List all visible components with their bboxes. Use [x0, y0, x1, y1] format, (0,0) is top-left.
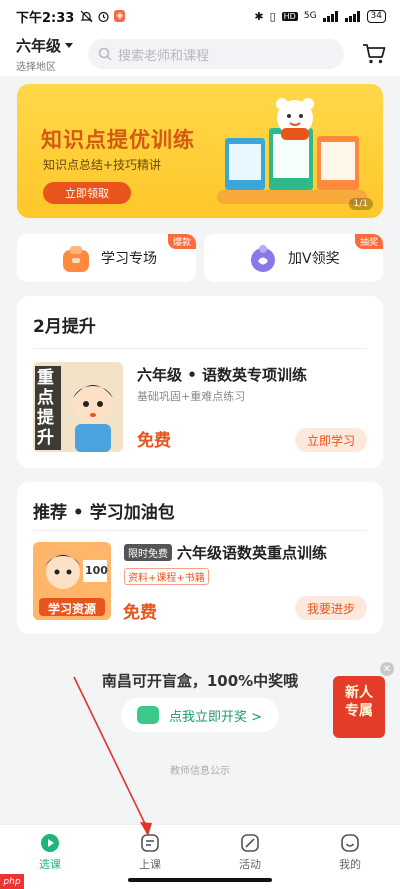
close-icon[interactable]: ✕ — [380, 662, 394, 676]
video-play-icon — [137, 706, 159, 724]
status-right-icons: ✱ ▯ HD 5G 34 — [254, 9, 386, 23]
learn-now-button[interactable]: 立即学习 — [294, 428, 367, 452]
mute-bell-icon — [80, 10, 93, 22]
study-bag-icon — [63, 246, 89, 272]
network-label: 5G — [303, 11, 317, 21]
quick-link-tag: 抽奖 — [354, 234, 383, 249]
course-thumbnail-text: 重点提升 — [37, 368, 54, 448]
profile-icon — [341, 834, 359, 852]
new-user-line2: 专属 — [345, 703, 373, 719]
site-watermark: php — [0, 874, 24, 889]
promo-banner[interactable]: 知识点提优训练 知识点总结+技巧精讲 立即领取 1/1 — [17, 84, 383, 218]
open-prize-label: 点我立即开奖 > — [169, 709, 263, 725]
course-tag: 资料+课程+书籍 — [124, 568, 209, 585]
status-left-icons: ◈ — [80, 10, 126, 23]
grade-selector[interactable]: 六年级 选择地区 — [16, 35, 80, 73]
banner-subtitle: 知识点总结+技巧精讲 — [43, 158, 162, 172]
course-price: 免费 — [123, 603, 157, 623]
signal-icon-2 — [344, 10, 360, 22]
cart-icon[interactable] — [362, 43, 386, 65]
quick-links: 学习专场 爆款 加V领奖 抽奖 — [17, 234, 383, 282]
app-notification-icon: ◈ — [114, 10, 126, 22]
section-title: 2月提升 — [33, 317, 96, 337]
quick-link-add-v[interactable]: 加V领奖 抽奖 — [204, 234, 383, 282]
quick-link-label: 加V领奖 — [288, 251, 340, 267]
bluetooth-icon: ✱ — [254, 9, 264, 23]
course-subtitle: 基础巩固+重难点练习 — [137, 390, 246, 403]
divider — [33, 530, 367, 531]
lesson-icon — [141, 834, 159, 852]
course-thumbnail[interactable]: 重点提升 — [33, 362, 123, 452]
tab-profile[interactable]: 我的 — [300, 825, 400, 889]
status-bar: 下午2:33 ◈ ✱ ▯ HD 5G 34 — [0, 0, 400, 32]
limited-free-badge: 限时免费 — [124, 544, 172, 561]
teacher-info-link[interactable]: 教师信息公示 — [0, 762, 400, 777]
new-user-line1: 新人 — [345, 685, 373, 701]
course-price: 免费 — [137, 431, 171, 451]
progress-button[interactable]: 我要进步 — [294, 596, 367, 620]
alarm-icon — [98, 11, 109, 22]
quick-link-label: 学习专场 — [101, 251, 157, 267]
section-title: 推荐 • 学习加油包 — [33, 503, 175, 523]
new-user-float[interactable]: 新人 专属 ✕ — [331, 662, 394, 740]
hd-icon: HD — [281, 11, 298, 21]
course-title[interactable]: 六年级 • 语数英专项训练 — [137, 364, 307, 385]
tab-label: 活动 — [239, 858, 261, 871]
tab-label: 选课 — [39, 858, 61, 871]
grade-label: 六年级 — [16, 37, 62, 55]
search-input[interactable]: 搜索老师和课程 — [88, 39, 344, 69]
main-content: 知识点提优训练 知识点总结+技巧精讲 立即领取 1/1 学习专场 爆款 加V领奖… — [0, 76, 400, 824]
quick-link-study-zone[interactable]: 学习专场 爆款 — [17, 234, 196, 282]
region-selector[interactable]: 选择地区 — [16, 58, 80, 73]
header: 六年级 选择地区 搜索老师和课程 — [0, 32, 400, 76]
signal-icon — [322, 10, 338, 22]
status-time: 下午2:33 — [16, 10, 75, 26]
gift-purple-icon — [251, 245, 275, 272]
vibrate-icon: ▯ — [269, 9, 276, 23]
section-feb-boost: 2月提升 重点提升 六年级 • 语数英专项训练 基础巩固+重难点练习 免费 立即… — [17, 296, 383, 468]
thumbnail-number: 100 — [85, 564, 108, 577]
tab-label: 我的 — [339, 858, 361, 871]
section-recommend: 推荐 • 学习加油包 100 学习资源 限时免费 六年级语数英重点训练 资料+课… — [17, 482, 383, 634]
search-icon — [98, 47, 112, 61]
banner-title: 知识点提优训练 — [41, 128, 195, 152]
banner-claim-button[interactable]: 立即领取 — [43, 182, 131, 204]
search-placeholder: 搜索老师和课程 — [118, 48, 210, 64]
caret-down-icon — [65, 43, 74, 48]
play-circle-icon — [41, 834, 59, 852]
course-thumbnail-text: 学习资源 — [47, 602, 96, 616]
banner-pager: 1/1 — [348, 198, 373, 210]
divider — [33, 348, 367, 349]
activity-icon — [241, 834, 259, 852]
battery-icon: 34 — [366, 9, 386, 23]
course-title[interactable]: 六年级语数英重点训练 — [177, 542, 327, 563]
quick-link-tag: 爆款 — [167, 234, 196, 249]
tab-label: 上课 — [139, 858, 161, 871]
home-indicator[interactable] — [128, 878, 272, 882]
course-thumbnail[interactable]: 100 学习资源 — [33, 542, 111, 620]
banner-illustration — [217, 98, 367, 204]
new-user-label: 新人 专属 — [337, 684, 381, 720]
open-prize-button[interactable]: 点我立即开奖 > — [121, 698, 279, 732]
